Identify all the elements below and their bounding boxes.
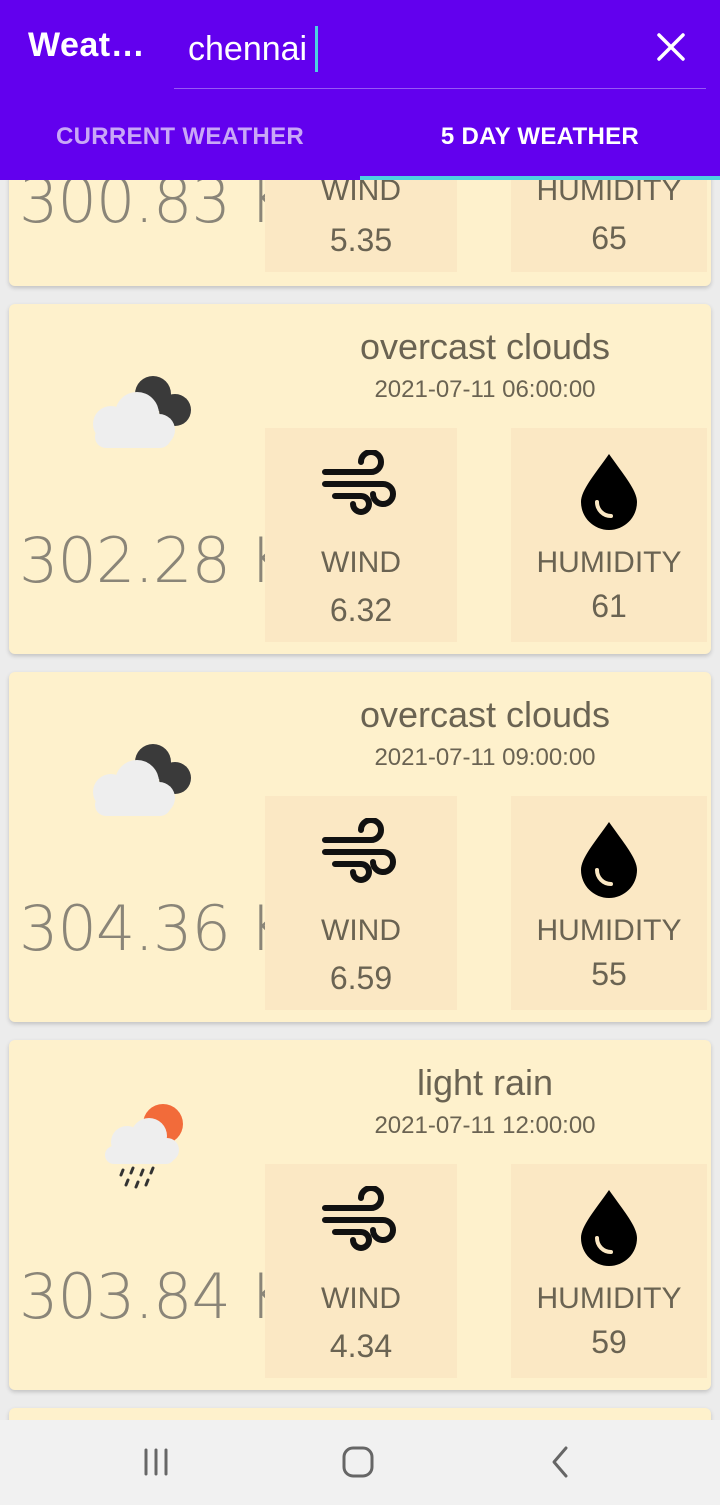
humidity-value: 65: [591, 220, 627, 256]
search-field[interactable]: chennai: [174, 16, 706, 89]
wind-value: 4.34: [329, 1328, 393, 1364]
wind-label: WIND: [321, 914, 401, 947]
light-rain-icon: [105, 1104, 183, 1189]
weather-description: overcast clouds: [359, 694, 611, 735]
app-bar: Weat… chennai CURRENT WEATHER 5 DAY WEAT…: [0, 0, 720, 180]
wind-icon: [322, 1186, 396, 1251]
humidity-label: HUMIDITY: [536, 1282, 682, 1315]
temperature: 302.28 K: [19, 524, 289, 597]
temperature: 303.84 K: [19, 1260, 289, 1333]
forecast-card[interactable]: overcast clouds 2021-07-11 09:00:00 304.…: [9, 672, 711, 1022]
humidity-value: 55: [591, 956, 627, 992]
wind-value: 5.35: [329, 222, 393, 258]
system-nav-bar: [0, 1420, 720, 1505]
weather-description: overcast clouds: [359, 326, 611, 367]
forecast-datetime: 2021-07-11 06:00:00: [374, 376, 596, 403]
wind-box: WIND 6.59: [265, 796, 457, 1010]
tab-bar: CURRENT WEATHER 5 DAY WEATHER: [0, 94, 720, 180]
search-input[interactable]: chennai: [188, 26, 319, 72]
humidity-label: HUMIDITY: [536, 546, 682, 579]
water-drop-icon: [581, 822, 637, 898]
text-cursor: [315, 26, 319, 72]
close-icon[interactable]: [650, 26, 692, 68]
tab-5-day-weather[interactable]: 5 DAY WEATHER: [360, 94, 720, 180]
wind-label: WIND: [321, 1282, 401, 1315]
weather-description: light rain: [416, 1062, 554, 1103]
overcast-clouds-icon: [93, 744, 191, 816]
forecast-datetime: 2021-07-11 09:00:00: [374, 744, 596, 771]
search-value: chennai: [188, 29, 308, 68]
home-icon[interactable]: [338, 1442, 378, 1482]
water-drop-icon: [581, 454, 637, 530]
tab-current-weather[interactable]: CURRENT WEATHER: [0, 94, 360, 180]
forecast-card[interactable]: light rain 2021-07-11 12:00:00 303.84 K …: [9, 1040, 711, 1390]
overcast-clouds-icon: [93, 376, 191, 448]
humidity-value: 59: [591, 1324, 627, 1360]
wind-box: WIND 4.34: [265, 1164, 457, 1378]
humidity-box: HUMIDITY 55: [511, 796, 707, 1010]
humidity-label: HUMIDITY: [536, 914, 682, 947]
back-icon[interactable]: [540, 1442, 580, 1482]
wind-label: WIND: [321, 546, 401, 579]
humidity-box: HUMIDITY 59: [511, 1164, 707, 1378]
temperature: 304.36 K: [19, 892, 289, 965]
forecast-card[interactable]: overcast clouds 2021-07-11 06:00:00 302.…: [9, 304, 711, 654]
humidity-box: HUMIDITY 61: [511, 428, 707, 642]
wind-value: 6.32: [329, 592, 393, 628]
wind-value: 6.59: [329, 960, 393, 996]
humidity-value: 61: [591, 588, 627, 624]
wind-icon: [322, 818, 396, 883]
recent-apps-icon[interactable]: [136, 1442, 176, 1482]
water-drop-icon: [581, 1190, 637, 1266]
forecast-datetime: 2021-07-11 12:00:00: [374, 1112, 596, 1139]
wind-icon: [322, 450, 396, 515]
wind-box: WIND 6.32: [265, 428, 457, 642]
tab-indicator: [360, 176, 720, 180]
app-title: Weat…: [28, 26, 146, 64]
